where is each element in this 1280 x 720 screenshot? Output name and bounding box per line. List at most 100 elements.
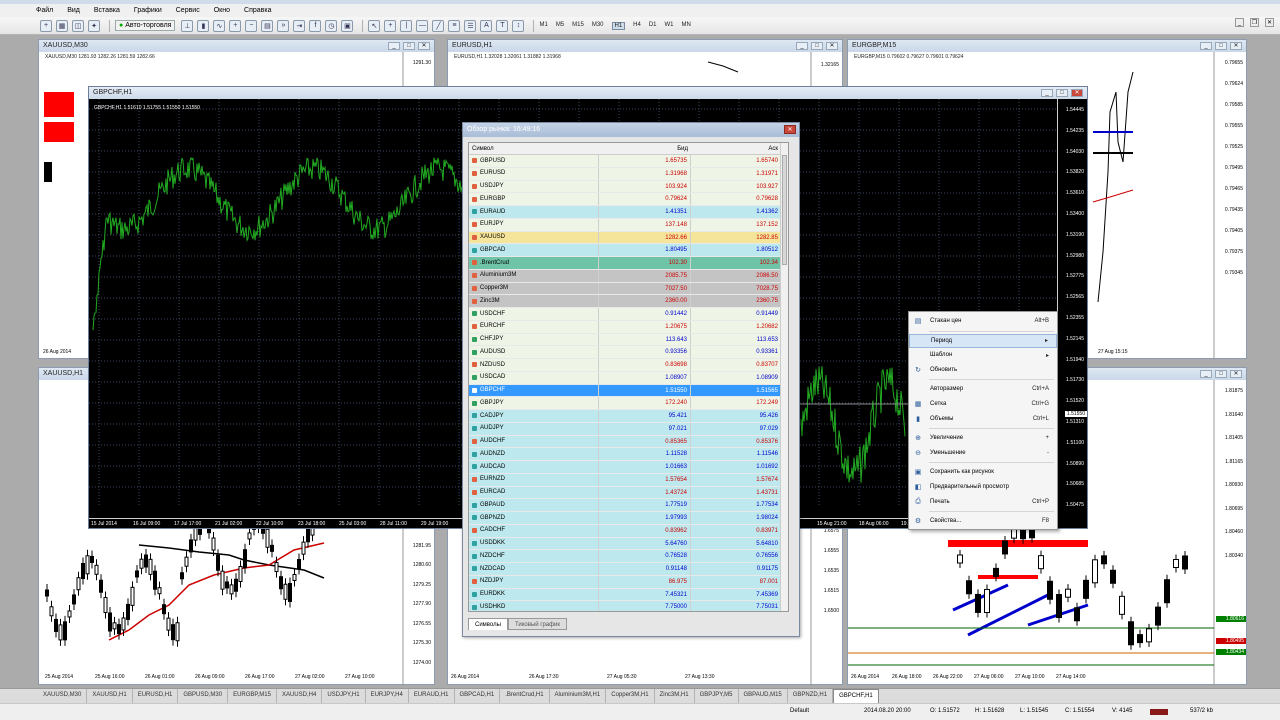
timeframe-w1[interactable]: W1: [665, 22, 674, 30]
symbol-row[interactable]: Aluminium3M 2085.75 2086.50: [469, 269, 788, 283]
window-tab[interactable]: GBPAUD,M15: [739, 689, 788, 703]
equidistant-channel-icon[interactable]: ≡: [448, 19, 461, 32]
window-tab[interactable]: GBPCAD,H1: [455, 689, 501, 703]
close-button[interactable]: ✕: [826, 42, 838, 50]
context-item-8[interactable]: ▮ Объемы Ctrl+L: [909, 412, 1057, 426]
symbol-row[interactable]: GBPCAD 1.80495 1.80512: [469, 244, 788, 257]
context-item-13[interactable]: ▣ Сохранить как рисунок: [909, 465, 1057, 479]
symbol-row[interactable]: CHFJPY 113.643 113.653: [469, 333, 788, 347]
window-tab[interactable]: XAUUSD,H1: [87, 689, 133, 703]
maximize-button[interactable]: □: [1215, 42, 1227, 50]
symbol-row[interactable]: GBPJPY 172.240 172.249: [469, 397, 788, 410]
scrollbar-thumb[interactable]: [782, 155, 787, 265]
text-icon[interactable]: A: [480, 19, 493, 32]
minimize-button[interactable]: _: [388, 42, 400, 50]
maximize-button[interactable]: □: [1056, 89, 1068, 97]
candles-icon[interactable]: ▮: [197, 19, 210, 32]
minimize-button[interactable]: _: [1200, 370, 1212, 378]
minimize-button[interactable]: _: [1041, 89, 1053, 97]
timeframe-mn[interactable]: MN: [682, 22, 691, 30]
symbol-row[interactable]: USDDKK 5.64760 5.64810: [469, 537, 788, 551]
symbol-row[interactable]: EURGBP 0.79624 0.79628: [469, 193, 788, 206]
vertical-line-icon[interactable]: |: [400, 19, 413, 32]
minimize-button[interactable]: _: [796, 42, 808, 50]
symbol-row[interactable]: GBPUSD 1.65735 1.65740: [469, 155, 788, 168]
context-item-3[interactable]: Шаблон ▸: [909, 348, 1057, 362]
symbol-row[interactable]: NZDUSD 0.83698 0.83707: [469, 359, 788, 372]
symbol-row[interactable]: AUDCAD 1.01663 1.01692: [469, 461, 788, 474]
symbol-row[interactable]: EURJPY 137.148 137.152: [469, 218, 788, 232]
context-item-2[interactable]: Период ▸: [909, 333, 1057, 348]
menu-item-3[interactable]: Графики: [134, 7, 162, 14]
close-icon[interactable]: ✕: [784, 125, 796, 134]
menu-item-1[interactable]: Вид: [67, 7, 80, 14]
trendline-icon[interactable]: ╱: [432, 19, 445, 32]
context-item-6[interactable]: Авторазмер Ctrl+A: [909, 382, 1057, 396]
window-tab[interactable]: EURGBP,M15: [228, 689, 277, 703]
symbol-row[interactable]: AUDNZD 1.11528 1.11546: [469, 448, 788, 461]
timeframe-m30[interactable]: M30: [592, 22, 604, 30]
context-item-14[interactable]: ◧ Предварительный просмотр: [909, 480, 1057, 494]
maximize-button[interactable]: □: [1215, 370, 1227, 378]
symbol-row[interactable]: GBPAUD 1.77519 1.77534: [469, 499, 788, 512]
symbol-row[interactable]: USDJPY 103.924 103.927: [469, 180, 788, 194]
navigator-icon[interactable]: ✦: [88, 19, 100, 32]
arrows-icon[interactable]: ↕: [512, 19, 525, 32]
symbol-row[interactable]: .BrentCrud 102.30 102.34: [469, 257, 788, 270]
label-icon[interactable]: T: [496, 19, 509, 32]
symbol-row[interactable]: CADJPY 95.421 95.426: [469, 410, 788, 423]
window-tab[interactable]: GBPCHF,H1: [833, 689, 879, 703]
vertical-scrollbar[interactable]: [780, 143, 788, 611]
timeframe-m15[interactable]: M15: [572, 22, 584, 30]
symbol-row[interactable]: EURUSD 1.31968 1.31971: [469, 167, 788, 181]
fibonacci-icon[interactable]: ☰: [464, 19, 477, 32]
context-item-10[interactable]: ⊕ Увеличение +: [909, 431, 1057, 445]
symbol-row[interactable]: USDCAD 1.08907 1.08909: [469, 371, 788, 385]
symbol-row[interactable]: NZDJPY 86.975 87.001: [469, 575, 788, 589]
timeframe-h4[interactable]: H4: [633, 22, 641, 30]
menu-item-5[interactable]: Окно: [214, 7, 230, 14]
mdi-restore-button[interactable]: ❐: [1250, 18, 1259, 27]
profiles-icon[interactable]: ▦: [56, 19, 68, 32]
timeframe-m1[interactable]: M1: [539, 22, 547, 30]
window-tab[interactable]: Copper3M,H1: [606, 689, 655, 703]
symbol-row[interactable]: CADCHF 0.83962 0.83971: [469, 524, 788, 538]
menu-item-4[interactable]: Сервис: [176, 7, 200, 14]
crosshair-icon[interactable]: +: [384, 19, 397, 32]
symbol-row[interactable]: NZDCAD 0.91148 0.91175: [469, 563, 788, 576]
menu-item-2[interactable]: Вставка: [94, 7, 120, 14]
minimize-button[interactable]: _: [1200, 42, 1212, 50]
symbol-row[interactable]: EURCHF 1.20675 1.20682: [469, 320, 788, 334]
bar-chart-icon[interactable]: ⊥: [181, 19, 194, 32]
symbol-row[interactable]: EURAUD 1.41351 1.41362: [469, 206, 788, 219]
symbol-row[interactable]: GBPNZD 1.97993 1.98024: [469, 512, 788, 525]
window-tab[interactable]: GBPJPY,M5: [695, 689, 739, 703]
symbol-row[interactable]: GBPCHF 1.51550 1.51565: [469, 384, 788, 398]
context-item-11[interactable]: ⊖ Уменьшение -: [909, 446, 1057, 460]
symbol-row[interactable]: NZDCHF 0.76528 0.76556: [469, 550, 788, 563]
tile-windows-icon[interactable]: ▤: [261, 19, 274, 32]
maximize-button[interactable]: □: [403, 42, 415, 50]
column-header-symbol[interactable]: Символ: [469, 143, 599, 154]
indicators-icon[interactable]: f: [309, 19, 322, 32]
context-item-17[interactable]: ⚙ Свойства... F8: [909, 514, 1057, 528]
symbol-row[interactable]: AUDCHF 0.85365 0.85376: [469, 435, 788, 449]
line-chart-icon[interactable]: ∿: [213, 19, 226, 32]
window-tab[interactable]: Aluminium3M,H1: [550, 689, 607, 703]
window-tab[interactable]: XAUUSD,M30: [38, 689, 88, 703]
autoscroll-icon[interactable]: »: [277, 19, 290, 32]
maximize-button[interactable]: □: [811, 42, 823, 50]
symbol-row[interactable]: AUDJPY 97.021 97.029: [469, 422, 788, 436]
symbol-row[interactable]: AUDUSD 0.93356 0.93361: [469, 346, 788, 359]
zoom-out-icon[interactable]: −: [245, 19, 258, 32]
zoom-in-icon[interactable]: +: [229, 19, 242, 32]
templates-icon[interactable]: ▣: [341, 19, 354, 32]
symbol-row[interactable]: XAUUSD 1282.66 1282.85: [469, 231, 788, 245]
new-chart-icon[interactable]: +: [40, 19, 52, 32]
symbol-row[interactable]: USDHKD 7.75000 7.75031: [469, 601, 788, 611]
symbol-row[interactable]: EURNZD 1.57654 1.57674: [469, 473, 788, 487]
chart-shift-icon[interactable]: ⇥: [293, 19, 306, 32]
mdi-close-button[interactable]: ✕: [1265, 18, 1274, 27]
window-tab[interactable]: XAUUSD,H4: [277, 689, 323, 703]
window-tab[interactable]: USDJPY,H1: [322, 689, 366, 703]
